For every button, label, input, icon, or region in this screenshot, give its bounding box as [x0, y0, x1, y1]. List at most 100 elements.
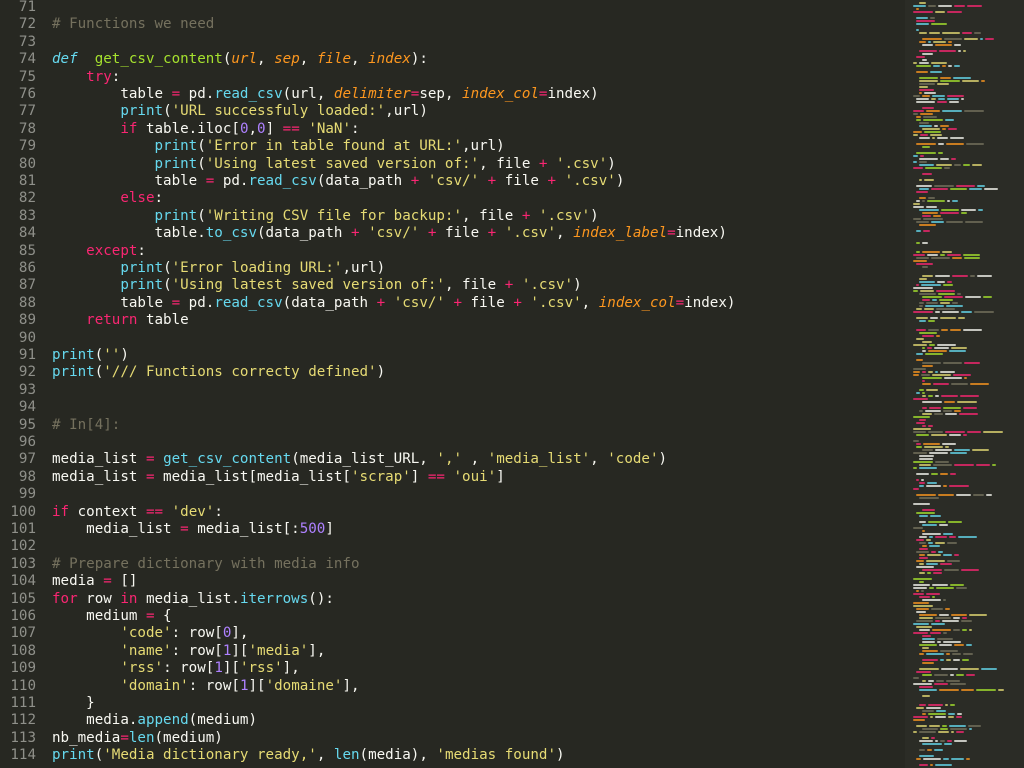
minimap-code-mark — [913, 488, 919, 490]
minimap-code-mark — [954, 164, 961, 166]
code-token: , file — [462, 207, 522, 224]
code-text: if table.iloc[0,0] == 'NaN': — [52, 120, 359, 137]
code-token: index) — [684, 294, 736, 311]
code-line[interactable]: 100 if context == 'dev': — [0, 504, 223, 521]
code-line[interactable]: 101 media_list = media_list[:500] — [0, 521, 334, 538]
minimap-code-mark — [919, 89, 934, 91]
code-token: , — [299, 51, 317, 68]
minimap-code-mark — [942, 32, 960, 34]
minimap-code-mark — [932, 629, 951, 631]
code-line[interactable]: 84 table.to_csv(data_path + 'csv/' + fil… — [0, 225, 727, 242]
minimap-code-mark — [926, 485, 941, 487]
line-number: 89 — [18, 312, 36, 329]
minimap-code-mark — [913, 374, 919, 376]
line-number: 81 — [18, 173, 36, 189]
code-line[interactable]: 94 — [0, 399, 52, 416]
code-line[interactable]: 108 'name': row[1]['media'], — [0, 643, 325, 660]
minimap-code-mark — [945, 431, 965, 433]
code-line[interactable]: 112 media.append(medium) — [0, 712, 257, 729]
line-number: 92 — [18, 364, 36, 381]
code-line[interactable]: 83 print('Writing CSV file for backup:',… — [0, 208, 599, 225]
code-text: media_list = media_list[:500] — [52, 521, 334, 537]
code-line[interactable]: 89 return table — [0, 312, 189, 329]
code-text: table.to_csv(data_path + 'csv/' + file +… — [52, 225, 726, 242]
minimap-code-mark — [966, 644, 972, 646]
minimap-code-mark — [981, 80, 985, 82]
code-line[interactable]: 81 table = pd.read_csv(data_path + 'csv/… — [0, 173, 624, 190]
code-token: index_label — [573, 225, 668, 242]
code-line[interactable]: 105 for row in media_list.iterrows(): — [0, 591, 334, 608]
code-line[interactable]: 85 except: — [0, 243, 146, 260]
line-number: 96 — [18, 434, 36, 450]
code-token: (media), — [359, 747, 437, 764]
code-editor[interactable]: 71 72 # Functions we need 73 74 def get_csv_c… — [0, 0, 905, 768]
minimap-code-mark — [919, 32, 927, 34]
code-line[interactable]: 109 'rss': row[1]['rss'], — [0, 660, 299, 677]
minimap-code-mark — [940, 728, 948, 730]
code-token: == — [282, 120, 300, 137]
code-line[interactable]: 90 — [0, 330, 52, 347]
minimap-code-mark — [942, 251, 952, 253]
code-line[interactable]: 82 else: — [0, 190, 163, 207]
code-line[interactable]: 92 print('/// Functions correcty defined'… — [0, 364, 385, 381]
code-token: try — [86, 68, 112, 85]
code-line[interactable]: 106 medium = { — [0, 608, 171, 625]
code-token: ( — [163, 277, 172, 294]
code-line[interactable]: 72 # Functions we need — [0, 16, 214, 33]
minimap-code-mark — [951, 731, 954, 733]
code-line[interactable]: 75 try: — [0, 69, 120, 86]
minimap-code-mark — [973, 494, 984, 496]
minimap-code-mark — [913, 605, 933, 607]
line-number: 105 — [10, 590, 36, 607]
minimap[interactable] — [905, 0, 1024, 768]
code-token: file — [496, 173, 548, 189]
minimap-code-mark — [946, 143, 964, 145]
code-line[interactable]: 88 table = pd.read_csv(data_path + 'csv/… — [0, 294, 736, 312]
minimap-code-mark — [950, 683, 966, 685]
minimap-code-mark — [935, 740, 938, 742]
minimap-code-mark — [933, 572, 942, 574]
code-token: = — [205, 173, 215, 189]
code-line[interactable]: 103 # Prepare dictionary with media info — [0, 556, 359, 573]
code-line[interactable]: 111 } — [0, 695, 94, 712]
code-line[interactable]: 114 print('Media dictionary ready,', len(… — [0, 747, 564, 764]
minimap-code-mark — [930, 515, 941, 517]
code-line[interactable]: 104 media = [] — [0, 573, 137, 590]
code-token: '/// Functions correcty defined' — [103, 364, 377, 381]
code-line[interactable]: 110 'domain': row[1]['domaine'], — [0, 678, 359, 695]
code-line[interactable]: 76 table = pd.read_csv(url, delimiter=se… — [0, 86, 599, 103]
code-token: print — [52, 747, 95, 764]
code-line[interactable]: 96 — [0, 434, 52, 451]
minimap-code-mark — [951, 158, 956, 160]
code-line[interactable]: 79 print('Error in table found at URL:',… — [0, 138, 505, 155]
minimap-code-mark — [913, 398, 928, 400]
code-line[interactable]: 87 print('Using latest saved version of:… — [0, 277, 582, 294]
code-line[interactable]: 102 — [0, 538, 52, 555]
code-line[interactable]: 107 'code': row[0], — [0, 625, 248, 642]
code-line[interactable]: 71 — [0, 0, 52, 16]
minimap-code-mark — [921, 479, 924, 481]
minimap-code-mark — [998, 689, 1004, 691]
code-line[interactable]: 80 print('Using latest saved version of:… — [0, 156, 616, 173]
minimap-code-mark — [916, 626, 932, 628]
code-line[interactable]: 86 print('Error loading URL:',url) — [0, 260, 385, 277]
code-token: : row[ — [171, 625, 223, 642]
code-line[interactable]: 73 — [0, 34, 52, 51]
code-token: ( — [163, 103, 172, 120]
code-text: # In[4]: — [52, 417, 120, 433]
code-line[interactable]: 98 media_list = media_list[media_list['sc… — [0, 469, 505, 486]
minimap-code-mark — [964, 110, 984, 112]
code-line[interactable]: 113 nb_media=len(medium) — [0, 730, 222, 747]
code-line[interactable]: 91 print('') — [0, 347, 129, 364]
code-line[interactable]: 97 media_list = get_csv_content(media_lis… — [0, 451, 667, 468]
minimap-code-mark — [928, 197, 935, 199]
code-token: 'code' — [607, 451, 659, 468]
code-line[interactable]: 74 def get_csv_content(url, sep, file, in… — [0, 51, 428, 68]
code-line[interactable]: 93 — [0, 382, 52, 399]
code-line[interactable]: 95 # In[4]: — [0, 417, 120, 434]
code-line[interactable]: 77 print('URL successfuly loaded:',url) — [0, 103, 428, 120]
code-line[interactable]: 78 if table.iloc[0,0] == 'NaN': — [0, 121, 360, 138]
code-line[interactable]: 99 — [0, 486, 52, 503]
code-token: = — [145, 468, 155, 485]
